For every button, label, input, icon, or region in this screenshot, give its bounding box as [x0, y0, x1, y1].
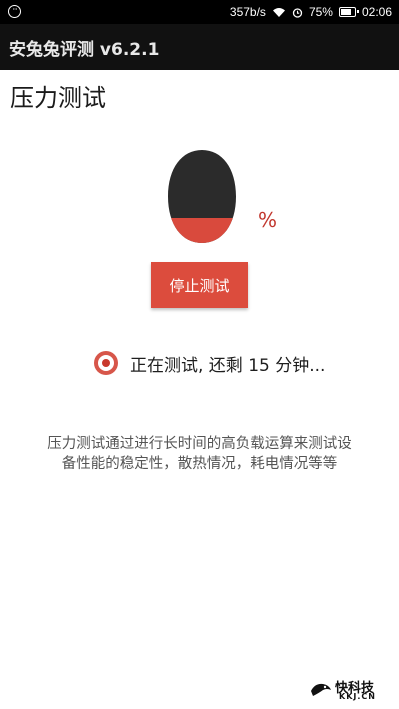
spinner-icon [94, 351, 118, 375]
battery-icon [338, 7, 359, 17]
watermark-logo [311, 683, 331, 696]
wifi-icon [272, 7, 285, 17]
watermark-subtitle: KKJ.CN [339, 692, 376, 701]
battery-percent: 75% [308, 5, 333, 19]
message-icon: ··· [8, 5, 21, 18]
app-title-bar: 安兔兔评测 v6.2.1 [0, 24, 399, 70]
status-indicators: 357b/s 75% 02:06 [230, 0, 392, 24]
progress-text: 正在测试, 还剩 15 分钟... [130, 355, 326, 376]
status-bar: ··· 357b/s 75% 02:06 [0, 0, 399, 24]
app-title: 安兔兔评测 v6.2.1 [9, 39, 160, 60]
test-description: 压力测试通过进行长时间的高负载运算来测试设 备性能的稳定性，散热情况，耗电情况等… [20, 434, 379, 474]
page-title: 压力测试 [10, 84, 106, 112]
gauge-fill-region [168, 218, 236, 243]
clock: 02:06 [361, 5, 392, 19]
description-line-2: 备性能的稳定性，散热情况，耗电情况等等 [61, 456, 338, 472]
alarm-icon [292, 7, 303, 18]
watermark: 快科技 KKJ.CN [309, 677, 389, 701]
progress-gauge [168, 150, 236, 243]
progress-status: 正在测试, 还剩 15 分钟... [94, 350, 325, 376]
percent-unit: % [258, 208, 278, 232]
network-speed: 357b/s [229, 5, 266, 19]
stop-test-button[interactable]: 停止测试 [151, 262, 248, 308]
description-line-1: 压力测试通过进行长时间的高负载运算来测试设 [47, 436, 352, 452]
